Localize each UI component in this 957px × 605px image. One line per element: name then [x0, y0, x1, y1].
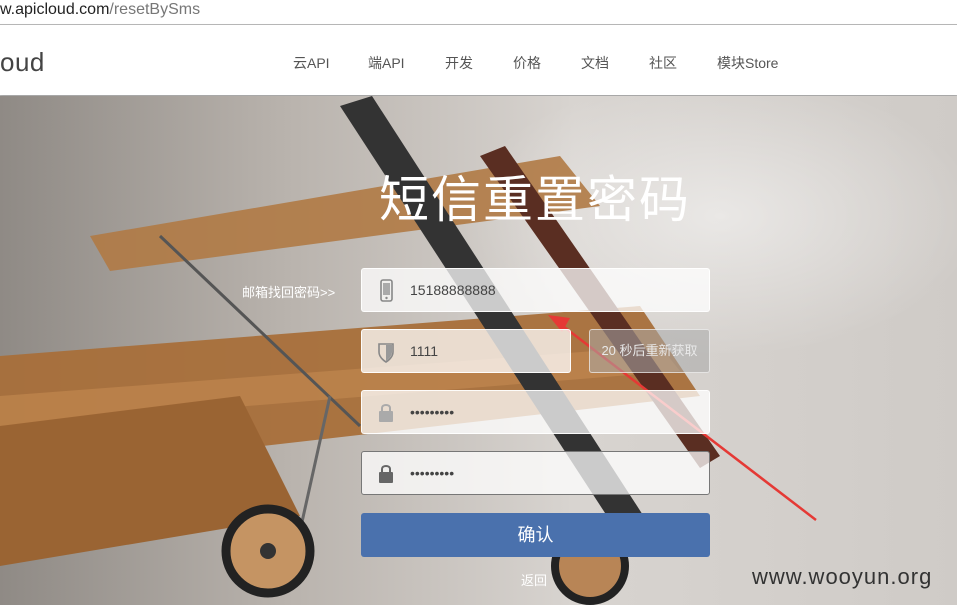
- resend-sms-button[interactable]: 20 秒后重新获取: [589, 329, 710, 373]
- url-path: /resetBySms: [109, 1, 201, 18]
- lock-icon: [379, 404, 393, 422]
- verification-code-field[interactable]: 1111: [361, 329, 571, 373]
- confirm-password-field[interactable]: •••••••••: [361, 451, 710, 495]
- browser-address-bar[interactable]: w.apicloud.com/resetBySms: [0, 0, 957, 25]
- phone-value: 15188888888: [410, 282, 496, 298]
- new-password-field[interactable]: •••••••••: [361, 390, 710, 434]
- verification-code-value: 1111: [410, 343, 439, 359]
- watermark: www.wooyun.org: [752, 564, 933, 589]
- confirm-password-value: •••••••••: [410, 465, 455, 481]
- url-text: w.apicloud.com/resetBySms: [0, 1, 200, 19]
- page-title: 短信重置密码: [379, 172, 691, 228]
- shield-icon: [378, 343, 394, 363]
- lock-icon: [379, 465, 393, 483]
- phone-field[interactable]: 15188888888: [361, 268, 710, 312]
- nav-item-community[interactable]: 社区: [649, 53, 677, 73]
- phone-icon: [380, 279, 393, 302]
- nav-item-develop[interactable]: 开发: [445, 53, 473, 73]
- nav-item-module-store[interactable]: 模块Store: [717, 53, 778, 73]
- nav-item-client-api[interactable]: 端API: [368, 53, 405, 73]
- confirm-button[interactable]: 确认: [361, 513, 710, 557]
- back-link[interactable]: 返回: [521, 570, 547, 589]
- nav-item-docs[interactable]: 文档: [581, 53, 609, 73]
- url-host: w.apicloud.com: [0, 1, 110, 18]
- email-recovery-link[interactable]: 邮箱找回密码>>: [242, 282, 335, 301]
- nav-item-pricing[interactable]: 价格: [513, 53, 541, 73]
- new-password-value: •••••••••: [410, 404, 455, 420]
- site-logo[interactable]: oud: [0, 47, 45, 78]
- site-header: oud 云API 端API 开发 价格 文档 社区 模块Store: [0, 25, 957, 95]
- nav-item-cloud-api[interactable]: 云API: [293, 53, 330, 73]
